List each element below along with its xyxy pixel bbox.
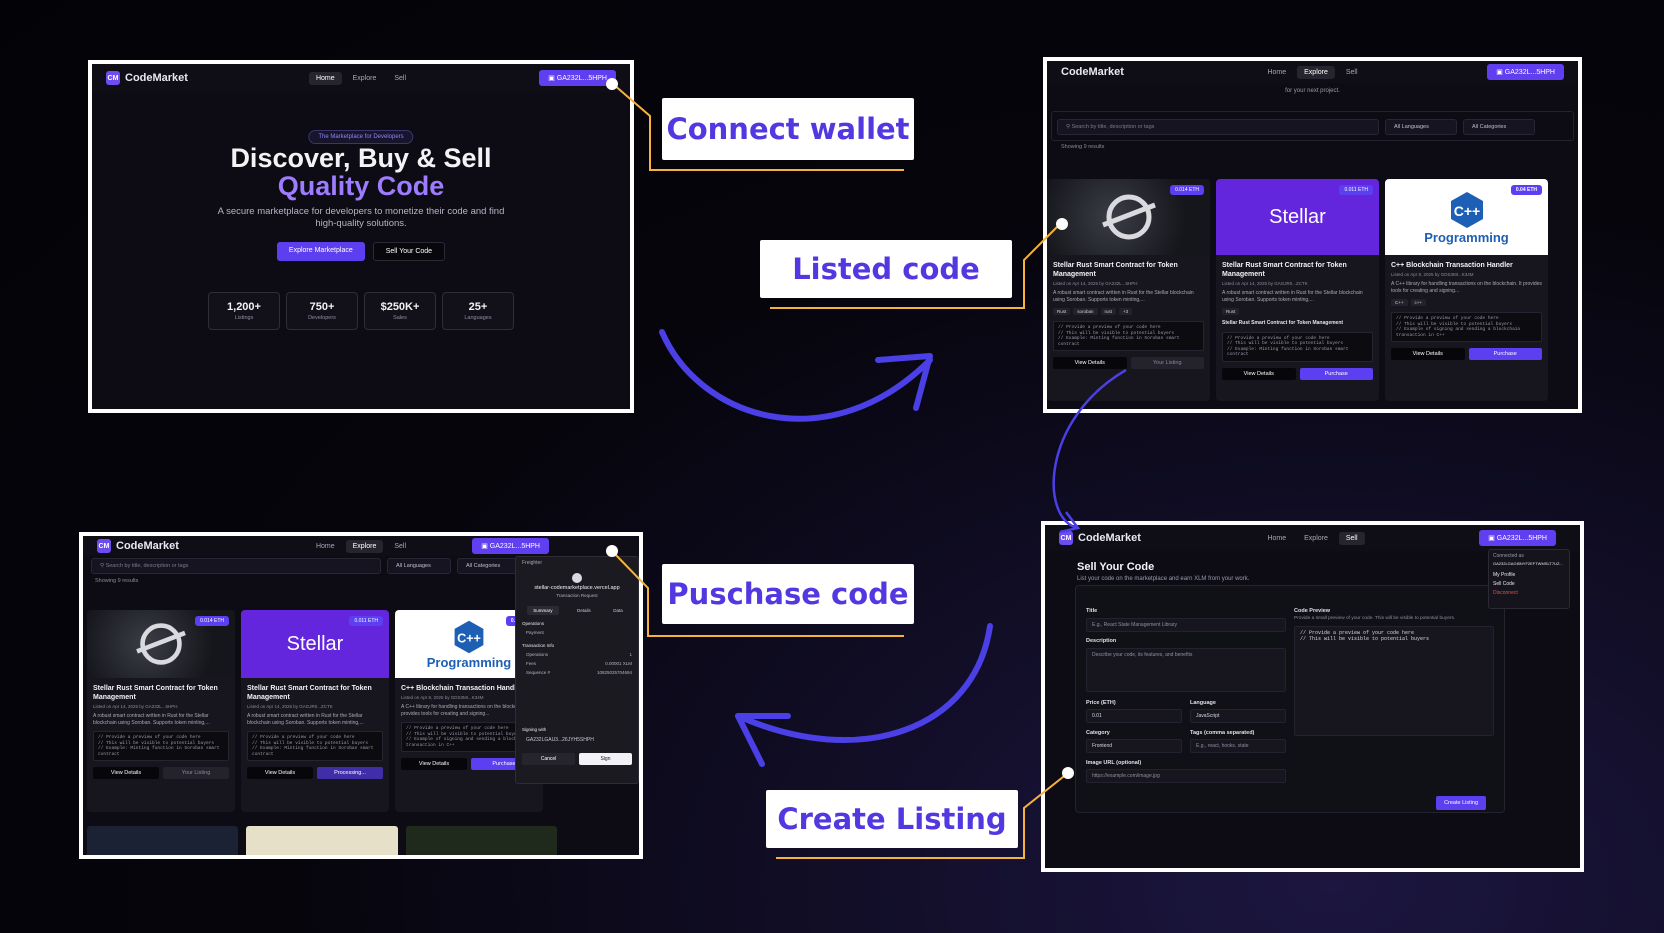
marker-dot xyxy=(1056,218,1068,230)
callout-purchase-code: Puschase code xyxy=(662,564,914,624)
flow-arrow xyxy=(1052,368,1127,530)
callout-listed-code: Listed code xyxy=(760,240,1012,298)
callout-connect-wallet: Connect wallet xyxy=(662,98,914,160)
flow-arrow xyxy=(735,623,993,743)
arrow-head xyxy=(1059,511,1081,534)
flow-arrow xyxy=(659,329,933,422)
callout-create-listing: Create Listing xyxy=(766,790,1018,848)
marker-dot xyxy=(606,78,618,90)
marker-dot xyxy=(1062,767,1074,779)
marker-dot xyxy=(606,545,618,557)
